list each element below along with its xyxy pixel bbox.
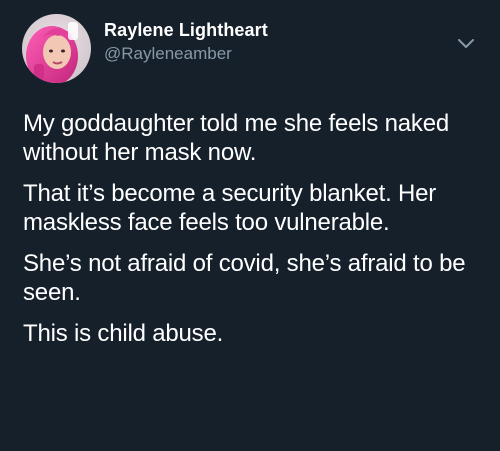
tweet-card: Raylene Lightheart @Rayleneamber My godd… <box>0 0 500 451</box>
author-names: Raylene Lightheart @Rayleneamber <box>104 19 268 65</box>
tweet-text: My goddaughter told me she feels naked w… <box>23 109 485 360</box>
tweet-paragraph: She’s not afraid of covid, she’s afraid … <box>23 250 466 306</box>
tweet-paragraph: That it’s become a security blanket. Her… <box>23 180 437 236</box>
tweet-paragraph: This is child abuse. <box>23 320 224 347</box>
tweet-header: Raylene Lightheart @Rayleneamber <box>22 14 482 84</box>
chevron-down-icon[interactable] <box>455 32 477 54</box>
avatar-image <box>22 14 91 83</box>
display-name[interactable]: Raylene Lightheart <box>104 19 268 41</box>
tweet-paragraph: My goddaughter told me she feels naked w… <box>23 110 450 166</box>
avatar[interactable] <box>22 14 91 83</box>
author-handle[interactable]: @Rayleneamber <box>104 43 268 65</box>
